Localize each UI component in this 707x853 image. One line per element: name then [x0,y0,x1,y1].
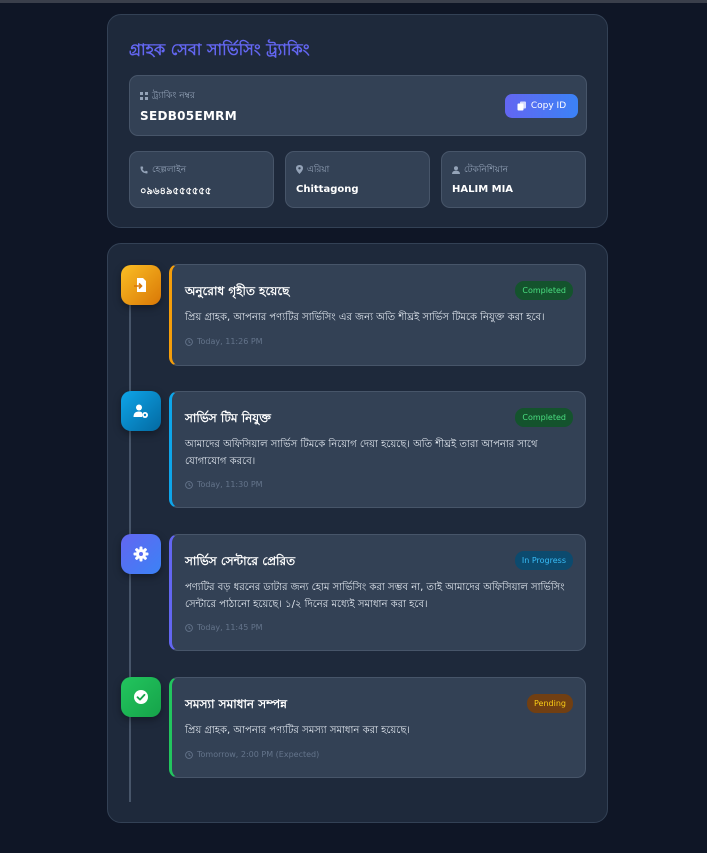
copy-icon [517,101,526,111]
tracking-number: SEDB05EMRM [140,109,237,123]
step-1-card: অনুরোধ গৃহীত হয়েছে Completed প্রিয় গ্র… [169,264,586,366]
copy-id-label: Copy ID [530,101,567,111]
check-circle-icon [134,690,148,704]
clock-icon [185,337,193,346]
technician-label: টেকনিশিয়ান [464,165,508,175]
helpline-number[interactable]: ০৯৬৪৯৫৫৫৫৫৫ [140,184,211,201]
step-3-time-row: Today, 11:45 PM [185,623,263,632]
area-label-row: এরিয়া [296,162,329,177]
area-label: এরিয়া [307,165,330,175]
user-icon [452,165,460,174]
clock-icon [185,750,193,759]
tracking-header-card: গ্রাহক সেবা সার্ভিসিং ট্র্যাকিং ট্র্যাকি… [107,14,608,228]
page-title: গ্রাহক সেবা সার্ভিসিং ট্র্যাকিং [129,40,310,59]
area-box: এরিয়া Chittagong [285,151,430,208]
technician-label-row: টেকনিশিয়ান [452,162,508,177]
step-4-card: সমস্যা সমাধান সম্পন্ন Pending প্রিয় গ্র… [169,677,586,778]
technician-box: টেকনিশিয়ান HALIM MIA [441,151,586,208]
step-4-icon [121,677,161,717]
clock-icon [185,480,193,489]
helpline-box: হেল্পলাইন ০৯৬৪৯৫৫৫৫৫৫ [129,151,274,208]
step-4-title: সমস্যা সমাধান সম্পন্ন [185,697,287,711]
step-1-title: অনুরোধ গৃহীত হয়েছে [185,284,290,298]
clock-icon [185,623,193,632]
step-3-card: সার্ভিস সেন্টারে প্রেরিত In Progress পণ্… [169,534,586,651]
tracking-number-box: ট্র্যাকিং নম্বর SEDB05EMRM Copy ID [129,75,587,136]
copy-id-button[interactable]: Copy ID [505,94,578,118]
step-2-icon [121,391,161,431]
status-badge: In Progress [514,551,573,570]
area-value: Chittagong [296,184,359,195]
step-3-title: সার্ভিস সেন্টারে প্রেরিত [185,554,296,568]
step-4-time: Tomorrow, 2:00 PM (Expected) [197,750,320,759]
step-1-icon [121,265,161,305]
step-1-time-row: Today, 11:26 PM [185,337,263,346]
file-import-icon [134,278,146,292]
step-2-text: আমাদের অফিসিয়াল সার্ভিস টিমকে নিয়োগ দে… [185,439,538,467]
step-2-title: সার্ভিস টিম নিযুক্ত [185,411,271,425]
status-badge: Completed [515,408,573,427]
window-top-border [0,0,707,3]
helpline-label-row: হেল্পলাইন [140,162,186,177]
status-badge: Completed [515,281,573,300]
step-2-time: Today, 11:30 PM [197,480,263,489]
step-3-text: পণ্যটির বড় ধরনের ডাটার জন্য হোম সার্ভিস… [185,582,565,610]
step-3-time: Today, 11:45 PM [197,623,263,632]
step-2-time-row: Today, 11:30 PM [185,480,263,489]
technician-name: HALIM MIA [452,184,514,195]
gear-icon [133,546,149,562]
step-1-time: Today, 11:26 PM [197,337,263,346]
step-2-card: সার্ভিস টিম নিযুক্ত Completed আমাদের অফি… [169,391,586,508]
step-4-time-row: Tomorrow, 2:00 PM (Expected) [185,750,319,759]
tracking-label-row: ট্র্যাকিং নম্বর [140,88,195,103]
user-gear-icon [133,404,148,418]
step-1-text: প্রিয় গ্রাহক, আপনার পণ্যটির সার্ভিসিং এ… [185,312,545,323]
step-3-icon [121,534,161,574]
status-badge: Pending [527,694,573,713]
helpline-label: হেল্পলাইন [152,165,187,175]
step-4-text: প্রিয় গ্রাহক, আপনার পণ্যটির সমস্যা সমাধ… [185,725,410,736]
timeline-card: অনুরোধ গৃহীত হয়েছে Completed প্রিয় গ্র… [107,243,608,823]
grid-icon [140,91,148,100]
map-pin-icon [296,165,303,174]
phone-icon [140,166,148,173]
tracking-label: ট্র্যাকিং নম্বর [152,91,195,101]
